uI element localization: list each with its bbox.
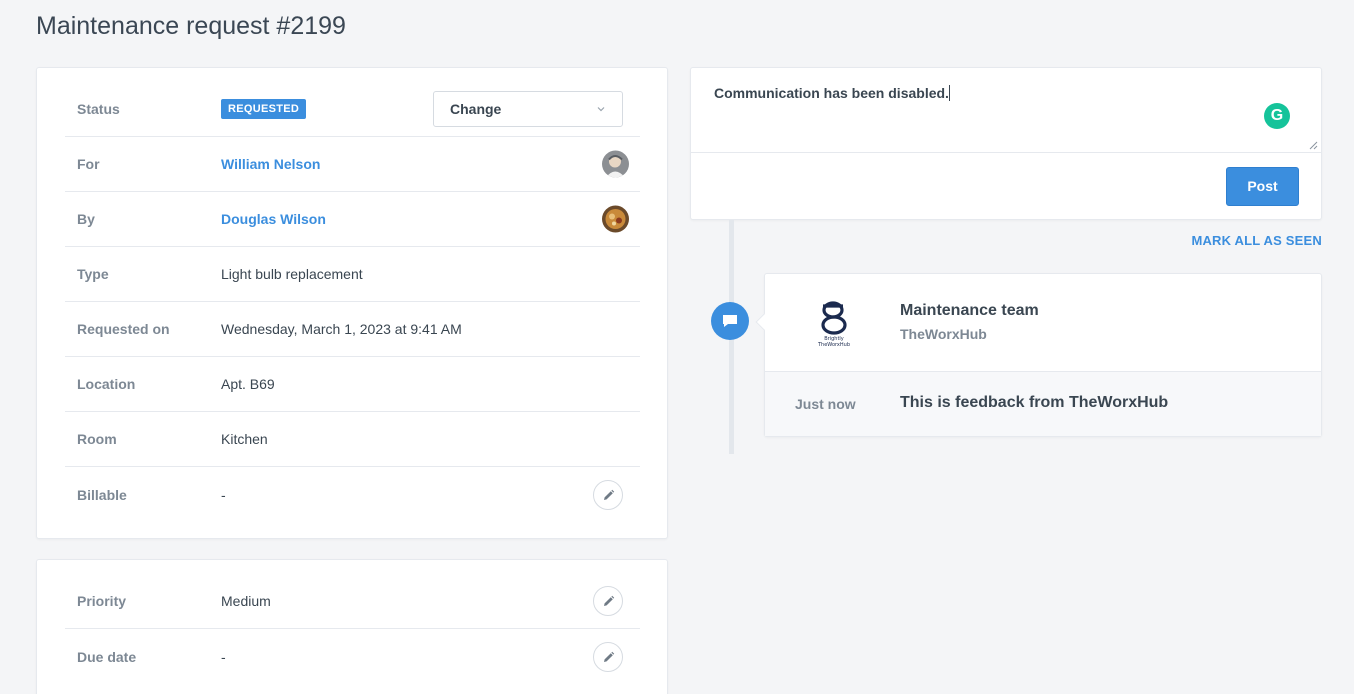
feed-entry-body: Just now This is feedback from TheWorxHu… (765, 372, 1321, 436)
edit-due-date-button[interactable] (593, 641, 623, 672)
page-title: Maintenance request #2199 (36, 12, 346, 40)
pencil-icon (604, 595, 615, 606)
location-label: Location (77, 376, 136, 392)
for-label: For (77, 156, 100, 172)
billable-label: Billable (77, 486, 127, 503)
request-priority-card: Priority Medium Due date - (36, 559, 668, 694)
status-row: Status REQUESTED Change (65, 82, 640, 137)
post-button[interactable]: Post (1226, 167, 1299, 206)
pencil-icon (604, 489, 615, 500)
status-change-select[interactable]: Change (433, 91, 623, 127)
room-row: Room Kitchen (65, 412, 640, 467)
for-row: For William Nelson (65, 137, 640, 192)
feed-entry-header: Brightly TheWorxHub Maintenance team The… (765, 274, 1321, 372)
feed-entry-title: Maintenance team (900, 302, 1039, 319)
comment-card: Communication has been disabled. G Post (690, 67, 1322, 220)
feed-entry-message: This is feedback from TheWorxHub (900, 394, 1169, 411)
due-date-value: - (221, 648, 226, 665)
requested-on-value: Wednesday, March 1, 2023 at 9:41 AM (221, 321, 462, 337)
avatar (602, 205, 629, 233)
by-row: By Douglas Wilson (65, 192, 640, 247)
chat-bubble-icon (723, 315, 737, 327)
grammarly-icon[interactable]: G (1264, 103, 1290, 129)
priority-row: Priority Medium (65, 574, 640, 629)
room-value: Kitchen (221, 431, 268, 447)
billable-row: Billable - (65, 467, 640, 522)
avatar (602, 150, 629, 178)
requested-on-row: Requested on Wednesday, March 1, 2023 at… (65, 302, 640, 357)
edit-billable-button[interactable] (593, 479, 623, 510)
pencil-icon (604, 651, 615, 662)
priority-label: Priority (77, 593, 127, 609)
status-change-label: Change (450, 101, 502, 117)
comment-textarea[interactable]: Communication has been disabled. G (691, 68, 1321, 153)
timeline-comment-icon (711, 302, 749, 340)
room-label: Room (77, 431, 117, 447)
feed-entry-card: Brightly TheWorxHub Maintenance team The… (755, 273, 1322, 437)
due-date-label: Due date (77, 648, 137, 665)
brightly-logo: Brightly TheWorxHub (817, 301, 850, 348)
by-user-link[interactable]: Douglas Wilson (221, 211, 326, 227)
status-label: Status (77, 101, 120, 117)
requested-on-label: Requested on (77, 321, 170, 337)
request-details-card: Status REQUESTED Change For William Nels… (36, 67, 668, 539)
comment-text: Communication has been disabled. (714, 85, 950, 101)
due-date-row: Due date - (65, 629, 640, 684)
by-label: By (77, 211, 95, 227)
priority-value: Medium (221, 593, 271, 609)
billable-value: - (221, 486, 226, 503)
location-row: Location Apt. B69 (65, 357, 640, 412)
chevron-down-icon (597, 107, 605, 112)
mark-all-as-seen-link[interactable]: MARK ALL AS SEEN (1191, 233, 1322, 248)
resize-handle-icon[interactable] (1309, 141, 1318, 150)
for-user-link[interactable]: William Nelson (221, 156, 320, 172)
type-label: Type (77, 266, 109, 282)
feed-entry-subtitle: TheWorxHub (900, 326, 987, 342)
type-value: Light bulb replacement (221, 266, 363, 282)
svg-text:TheWorxHub: TheWorxHub (817, 342, 850, 348)
location-value: Apt. B69 (221, 376, 275, 392)
feed-entry-time: Just now (795, 396, 856, 412)
type-row: Type Light bulb replacement (65, 247, 640, 302)
status-badge: REQUESTED (221, 99, 307, 119)
edit-priority-button[interactable] (593, 586, 623, 616)
